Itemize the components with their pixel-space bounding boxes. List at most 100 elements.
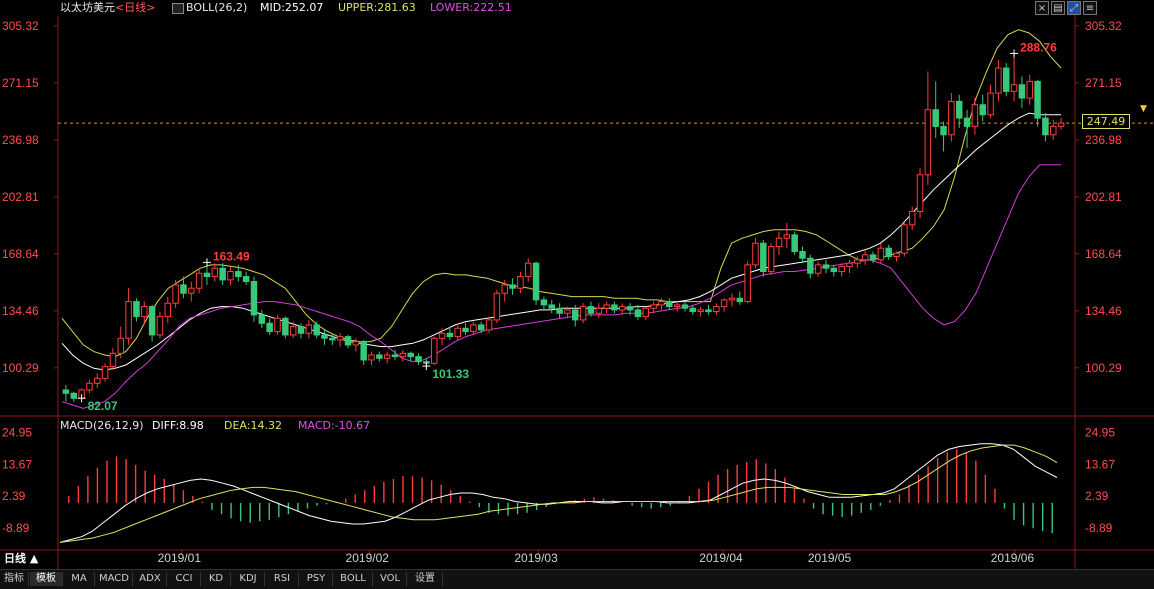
candle-body: [164, 302, 172, 318]
chart-canvas[interactable]: 305.32 305.32 271.15 271.15 236.98 236.98 202.…: [0, 0, 1154, 588]
candle-body: [454, 327, 461, 338]
candle-body: [963, 117, 971, 127]
macd-name: MACD(26,12,9): [60, 419, 144, 432]
y-tick-label-left: 236.98: [2, 133, 39, 147]
candle-body: [799, 251, 806, 259]
candle-body: [658, 301, 665, 306]
candle-body: [321, 334, 328, 339]
chart-type-icon[interactable]: [172, 3, 184, 14]
candle-body: [838, 266, 845, 273]
candle-body: [266, 322, 273, 333]
candle-body: [1050, 125, 1057, 136]
tab-vol[interactable]: VOL: [374, 572, 407, 586]
macd-y-tick-label-left: 13.67: [2, 457, 32, 471]
macd-y-tick-label-left: -8.89: [2, 521, 30, 535]
close-icon[interactable]: ×: [1035, 1, 1049, 15]
tab-boll[interactable]: BOLL: [334, 572, 373, 586]
candle-body: [368, 354, 375, 361]
candle-body: [650, 304, 657, 309]
candle-body: [948, 100, 955, 136]
maximize-icon[interactable]: ⤢: [1067, 1, 1081, 15]
candle-body: [501, 284, 508, 294]
candle-body: [282, 317, 289, 336]
candle-body: [1034, 80, 1041, 119]
candle-body: [940, 125, 947, 136]
macd-value: MACD:-10.67: [298, 419, 371, 432]
candle-body: [188, 287, 195, 294]
annotation-high: 163.49: [213, 249, 250, 263]
candle-body: [556, 307, 563, 314]
candle-body: [814, 264, 822, 274]
annotation-high: 288.76: [1020, 40, 1057, 54]
tab-macd[interactable]: MACD: [96, 572, 133, 586]
tab-adx[interactable]: ADX: [134, 572, 167, 586]
candle-body: [924, 109, 932, 176]
macd-y-tick-label-right: 2.39: [1085, 489, 1109, 503]
candle-body: [493, 292, 501, 321]
tab-kd[interactable]: KD: [202, 572, 231, 586]
candle-body: [955, 100, 963, 119]
tab-indicator[interactable]: 指标: [0, 572, 29, 586]
candle-body: [141, 306, 148, 318]
candle-body: [564, 309, 571, 314]
candle-body: [807, 257, 814, 274]
candle-body: [477, 324, 485, 331]
x-tick-label: 2019/04: [699, 551, 743, 565]
y-tick-label-right: 134.46: [1085, 304, 1122, 318]
candle-body: [713, 306, 720, 313]
candle-body: [995, 67, 1002, 94]
candle-body: [383, 354, 391, 359]
candle-body: [830, 267, 838, 273]
tab-rsi[interactable]: RSI: [266, 572, 299, 586]
candle-body: [1026, 80, 1033, 99]
candle-body: [532, 262, 540, 301]
candle-body: [979, 104, 986, 116]
tab-settings[interactable]: 设置: [408, 572, 443, 586]
macd-y-tick-label-left: 24.95: [2, 426, 32, 440]
candle-body: [908, 210, 916, 226]
y-tick-label-right: 236.98: [1085, 133, 1122, 147]
candle-body: [470, 324, 477, 333]
tab-cci[interactable]: CCI: [168, 572, 201, 586]
candle-body: [344, 336, 352, 346]
candle-body: [791, 234, 798, 253]
candle-body: [227, 271, 234, 281]
candle-body: [203, 272, 211, 278]
candle-body: [572, 309, 579, 321]
period-label: <日线>: [115, 1, 156, 14]
candle-body: [673, 304, 681, 308]
candle-body: [360, 341, 367, 361]
candle-body: [195, 272, 203, 289]
candle-body: [524, 262, 532, 278]
tab-psy[interactable]: PSY: [300, 572, 333, 586]
candle-body: [446, 332, 454, 338]
boll-lower-line: [61, 164, 1061, 409]
layout-icon[interactable]: ▤: [1051, 1, 1065, 15]
candle-body: [901, 224, 908, 254]
options-icon[interactable]: ≡: [1083, 1, 1097, 15]
candle-body: [611, 304, 618, 311]
candle-body: [462, 327, 469, 333]
candle-body: [407, 352, 414, 358]
candle-body: [391, 354, 399, 358]
tab-ma[interactable]: MA: [64, 572, 95, 586]
candle-body: [822, 264, 830, 269]
candle-body: [540, 299, 548, 306]
candle-body: [399, 352, 407, 358]
candle-body: [305, 324, 313, 334]
period-selector[interactable]: 日线 ▲: [4, 552, 38, 566]
candle-body: [62, 389, 70, 394]
dea-value: DEA:14.32: [224, 419, 282, 432]
candle-body: [509, 284, 516, 289]
candle-body: [579, 306, 587, 321]
tab-template[interactable]: 模板: [30, 572, 63, 586]
price-marker-icon[interactable]: ▼: [1140, 104, 1147, 114]
candle-body: [595, 307, 603, 314]
candle-body: [313, 324, 320, 336]
candle-body: [235, 271, 242, 278]
candle-body: [376, 354, 383, 359]
macd-y-tick-label-right: -8.89: [1085, 521, 1113, 535]
candle-body: [728, 297, 736, 301]
y-tick-label-left: 100.29: [2, 361, 39, 375]
tab-kdj[interactable]: KDJ: [232, 572, 265, 586]
